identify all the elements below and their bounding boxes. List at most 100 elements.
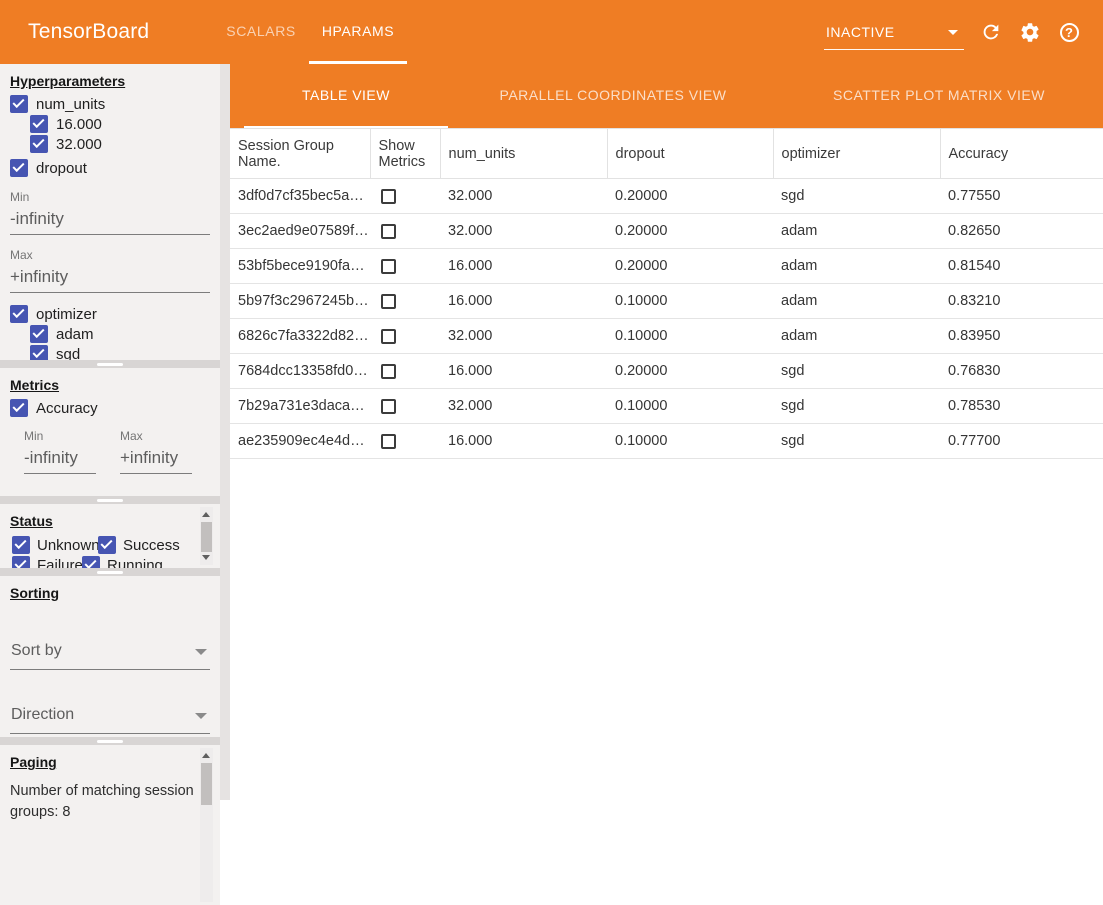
help-button[interactable]: ? — [1057, 20, 1081, 44]
num-units-cell: 32.000 — [440, 214, 607, 249]
num-units-cell: 16.000 — [440, 284, 607, 319]
max-input[interactable]: +infinity — [10, 262, 210, 293]
accuracy-cell: 0.82650 — [940, 214, 1103, 249]
chevron-down-icon — [195, 649, 207, 655]
direction-label: Direction — [11, 706, 74, 723]
status-row-2: Failure Running — [12, 556, 194, 568]
show-metrics-checkbox[interactable] — [381, 434, 396, 449]
accuracy-cell: 0.76830 — [940, 354, 1103, 389]
section-resizer[interactable] — [0, 568, 220, 576]
optimizer-cell: adam — [773, 249, 940, 284]
checkbox-dropout[interactable] — [10, 159, 28, 177]
dropout-cell: 0.20000 — [607, 214, 773, 249]
status-scrollbar[interactable] — [200, 507, 213, 565]
optimizer-cell: sgd — [773, 424, 940, 459]
checkbox-sgd[interactable] — [30, 345, 48, 360]
hparam-value-16: 16.000 — [30, 115, 210, 133]
table-row: ae235909ec4e4d… 16.000 0.10000 sgd 0.777… — [230, 424, 1103, 459]
help-icon: ? — [1060, 23, 1079, 42]
table-row: 6826c7fa3322d82… 32.000 0.10000 adam 0.8… — [230, 319, 1103, 354]
sort-by-dropdown[interactable]: Sort by — [10, 639, 210, 670]
direction-dropdown[interactable]: Direction — [10, 703, 210, 734]
section-resizer[interactable] — [0, 360, 220, 368]
show-metrics-checkbox[interactable] — [381, 224, 396, 239]
col-optimizer: optimizer — [773, 129, 940, 179]
paging-scrollbar[interactable] — [200, 748, 213, 902]
show-metrics-checkbox[interactable] — [381, 329, 396, 344]
tab-scatter-plot-matrix-view[interactable]: SCATTER PLOT MATRIX VIEW — [782, 64, 1096, 128]
table-row: 7b29a731e3daca… 32.000 0.10000 sgd 0.785… — [230, 389, 1103, 424]
show-metrics-checkbox[interactable] — [381, 259, 396, 274]
min-input[interactable]: -infinity — [10, 204, 210, 235]
scroll-up-icon — [202, 753, 210, 758]
sidebar: Hyperparameters num_units 16.000 32.000 … — [0, 64, 230, 800]
settings-button[interactable] — [1018, 20, 1042, 44]
show-metrics-checkbox[interactable] — [381, 189, 396, 204]
show-metrics-checkbox[interactable] — [381, 294, 396, 309]
checkbox-unknown[interactable] — [12, 536, 30, 554]
session-name-cell: 3ec2aed9e07589f… — [230, 214, 370, 249]
drag-handle — [97, 363, 123, 366]
metrics-heading: Metrics — [10, 377, 210, 393]
status-unknown: Unknown — [12, 536, 98, 554]
table-row: 5b97f3c2967245b… 16.000 0.10000 adam 0.8… — [230, 284, 1103, 319]
scrollbar-thumb — [201, 763, 212, 805]
num-units-cell: 16.000 — [440, 354, 607, 389]
checkbox-num-units[interactable] — [10, 95, 28, 113]
hparam-value-32: 32.000 — [30, 135, 210, 153]
table-row: 3df0d7cf35bec5a… 32.000 0.20000 sgd 0.77… — [230, 179, 1103, 214]
checkbox-success[interactable] — [98, 536, 116, 554]
main-layout: Hyperparameters num_units 16.000 32.000 … — [0, 64, 1103, 800]
show-metrics-checkbox[interactable] — [381, 364, 396, 379]
section-resizer[interactable] — [0, 496, 220, 504]
min-input[interactable]: -infinity — [24, 443, 96, 474]
dropout-max-field: Max +infinity — [10, 248, 210, 293]
tab-scalars[interactable]: SCALARS — [213, 0, 309, 64]
section-resizer[interactable] — [0, 737, 220, 745]
metrics-section: Metrics Accuracy Min -infinity Max +infi… — [0, 368, 220, 496]
checkbox-running[interactable] — [82, 556, 100, 568]
scroll-up-icon — [202, 512, 210, 517]
checkbox-accuracy[interactable] — [10, 399, 28, 417]
tab-table-view[interactable]: TABLE VIEW — [244, 64, 448, 128]
main-content: TABLE VIEW PARALLEL COORDINATES VIEW SCA… — [230, 64, 1103, 800]
hyperparameters-heading: Hyperparameters — [10, 73, 210, 89]
col-accuracy: Accuracy — [940, 129, 1103, 179]
num-units-cell: 16.000 — [440, 249, 607, 284]
status-label: Running — [107, 557, 163, 569]
num-units-cell: 16.000 — [440, 424, 607, 459]
checkbox-adam[interactable] — [30, 325, 48, 343]
dropout-cell: 0.10000 — [607, 389, 773, 424]
checkbox-16[interactable] — [30, 115, 48, 133]
dropout-min-field: Min -infinity — [10, 190, 210, 235]
table-row: 7684dcc13358fd0… 16.000 0.20000 sgd 0.76… — [230, 354, 1103, 389]
app-header: TensorBoard SCALARS HPARAMS INACTIVE ? — [0, 0, 1103, 64]
accuracy-cell: 0.81540 — [940, 249, 1103, 284]
status-running: Running — [82, 556, 163, 568]
num-units-cell: 32.000 — [440, 179, 607, 214]
session-groups-table: Session Group Name. Show Metrics num_uni… — [230, 128, 1103, 459]
session-name-cell: 3df0d7cf35bec5a… — [230, 179, 370, 214]
dropout-cell: 0.20000 — [607, 249, 773, 284]
checkbox-32[interactable] — [30, 135, 48, 153]
checkbox-failure[interactable] — [12, 556, 30, 568]
sidebar-scrollbar-track[interactable] — [220, 64, 230, 800]
min-label: Min — [24, 429, 96, 443]
status-label: Success — [123, 537, 180, 554]
show-metrics-checkbox[interactable] — [381, 399, 396, 414]
drag-handle — [97, 571, 123, 574]
tab-parallel-coordinates-view[interactable]: PARALLEL COORDINATES VIEW — [456, 64, 770, 128]
checkbox-optimizer[interactable] — [10, 305, 28, 323]
refresh-button[interactable] — [979, 20, 1003, 44]
hparam-label: dropout — [36, 160, 87, 177]
optimizer-cell: sgd — [773, 354, 940, 389]
status-dropdown[interactable]: INACTIVE — [824, 24, 964, 50]
hparam-label: num_units — [36, 96, 105, 113]
metric-min-field: Min -infinity — [24, 429, 96, 474]
accuracy-cell: 0.77700 — [940, 424, 1103, 459]
tab-hparams[interactable]: HPARAMS — [309, 0, 407, 64]
session-name-cell: 6826c7fa3322d82… — [230, 319, 370, 354]
max-input[interactable]: +infinity — [120, 443, 192, 474]
optimizer-cell: adam — [773, 319, 940, 354]
hparam-value-label: adam — [56, 326, 94, 343]
